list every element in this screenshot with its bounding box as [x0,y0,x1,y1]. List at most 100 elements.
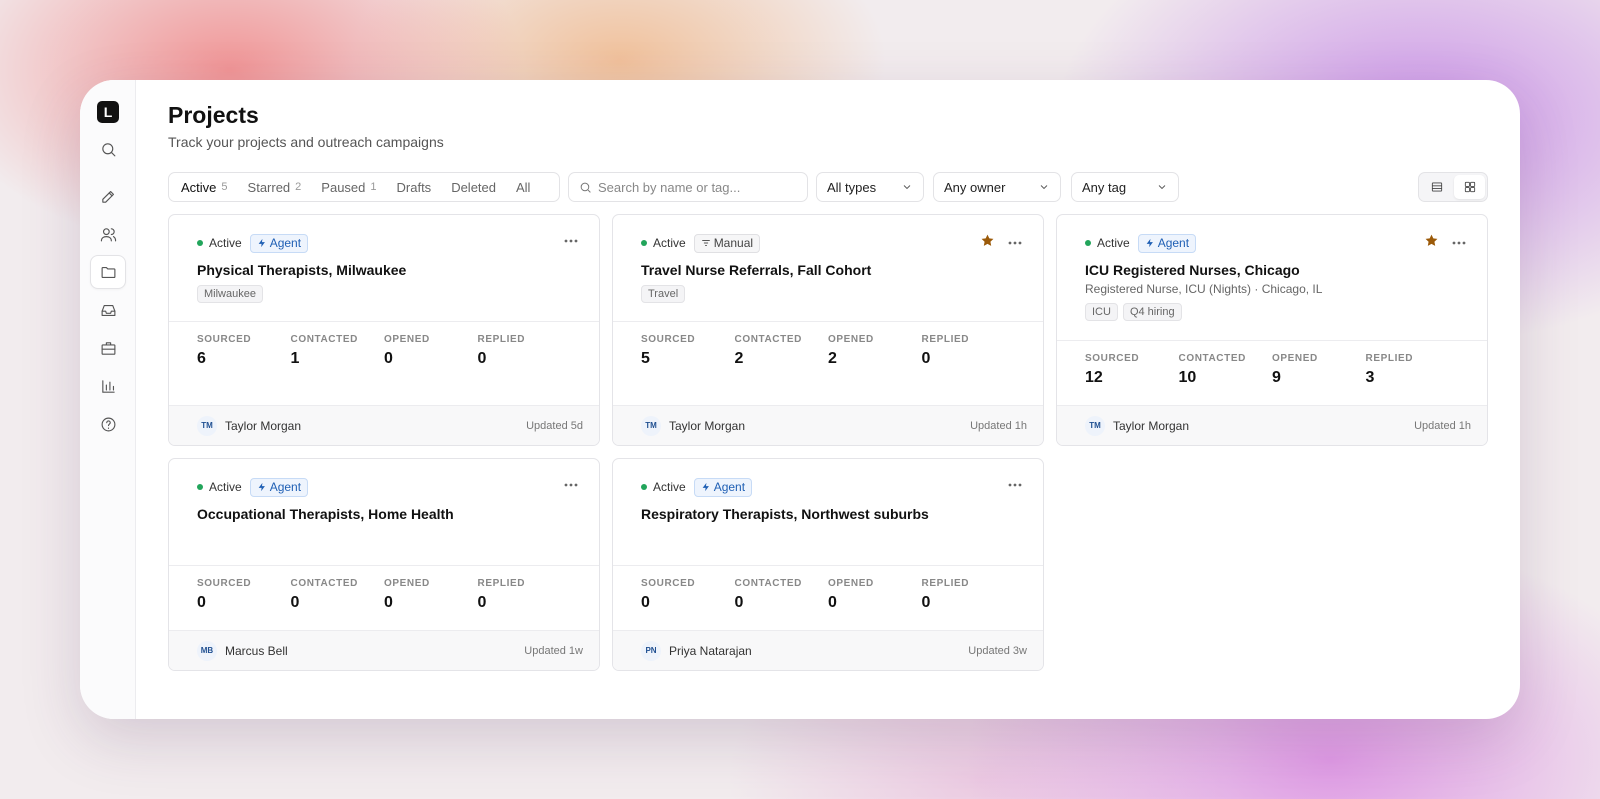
stat-value: 5 [641,350,650,367]
owner-name: Taylor Morgan [1113,418,1190,433]
star-icon [1425,234,1438,246]
stat-label: CONTACTED [1178,353,1246,364]
sidebar-item-people[interactable] [90,217,126,251]
more-options-button[interactable] [563,477,579,493]
project-card[interactable]: Active Agent Respiratory Therapists, Nor… [612,458,1044,671]
bar-chart-icon [101,379,115,393]
avatar: TM [1085,415,1105,436]
more-options-button[interactable] [563,233,579,249]
stat-opened: OPENED 2 [828,334,922,405]
avatar: TM [641,415,661,436]
tag-chip[interactable]: Q4 hiring [1122,303,1182,321]
sidebar-item-inbox[interactable] [90,293,126,327]
stat-opened: OPENED 0 [384,578,478,631]
stat-sourced: SOURCED 0 [641,578,735,631]
help-circle-icon [101,417,115,431]
more-horizontal-icon [564,239,578,243]
project-card[interactable]: Active Manual Travel Nurse Referrals, Fa… [612,214,1044,446]
card-actions [1424,233,1467,253]
card-status-row: Active Agent [197,233,571,253]
agent-badge: Agent [249,477,309,497]
sidebar-item-jobs[interactable] [90,331,126,365]
card-title[interactable]: ICU Registered Nurses, Chicago [1085,262,1459,278]
status-dot [641,240,647,246]
tab-active[interactable]: Active 5 [171,174,238,200]
card-stats: SOURCED 6 CONTACTED 1 OPENED 0 REPLIED 0 [169,321,599,405]
chevron-down-icon [903,185,911,190]
star-button[interactable] [1424,233,1439,253]
card-actions [980,233,1023,253]
owner-name: Taylor Morgan [225,418,302,433]
sidebar-item-projects[interactable] [90,255,126,289]
briefcase-icon [101,341,115,355]
tab-label: Drafts [396,179,432,195]
tab-starred[interactable]: Starred 2 [238,174,312,200]
card-status-row: Active Agent [641,477,1015,497]
tab-all[interactable]: All [506,174,540,200]
inbox-icon [101,304,115,316]
card-owner: TM Taylor Morgan [1085,415,1190,436]
card-title[interactable]: Occupational Therapists, Home Health [197,506,571,522]
search-icon [101,142,115,156]
star-icon [981,234,994,246]
sidebar-item-compose[interactable] [90,179,126,213]
tab-label: Deleted [451,179,496,195]
sidebar-item-analytics[interactable] [90,369,126,403]
card-owner: TM Taylor Morgan [641,415,745,436]
more-options-button[interactable] [1007,477,1023,493]
tab-drafts[interactable]: Drafts [387,174,442,200]
project-card[interactable]: Active Agent ICU Registered Nurses, Chic… [1056,214,1488,446]
star-button[interactable] [980,233,995,253]
project-card[interactable]: Active Agent Occupational Therapists, Ho… [168,458,600,671]
stat-label: REPLIED [477,578,526,589]
avatar: MB [197,640,217,661]
card-footer: PN Priya Natarajan Updated 3w [613,630,1043,670]
tag-chip[interactable]: ICU [1085,303,1118,321]
updated-timestamp: Updated 1h [970,419,1027,432]
badge-label: Manual [713,236,754,250]
avatar: PN [641,640,661,661]
owner-name: Priya Natarajan [669,643,752,658]
app-window: L Projects Track your projects and outre… [80,80,1520,719]
bolt-icon [258,482,265,492]
stat-value: 0 [197,594,206,611]
page-subtitle: Track your projects and outreach campaig… [168,134,444,150]
tag-filter-select[interactable]: Any tag [1071,172,1179,202]
stat-value: 0 [384,350,393,367]
stat-sourced: SOURCED 5 [641,334,735,405]
list-view-button[interactable] [1421,175,1452,199]
sidebar-item-search[interactable] [90,132,126,166]
agent-badge: Agent [1137,233,1197,253]
stat-label: CONTACTED [290,578,358,589]
card-footer: TM Taylor Morgan Updated 1h [613,405,1043,445]
type-filter-select[interactable]: All types [816,172,924,202]
app-logo[interactable]: L [97,101,119,123]
card-header: Active Agent ICU Registered Nurses, Chic… [1057,215,1487,321]
grid-view-button[interactable] [1454,175,1485,199]
stat-label: CONTACTED [734,578,802,589]
more-horizontal-icon [564,483,578,487]
owner-filter-select[interactable]: Any owner [933,172,1061,202]
project-card[interactable]: Active Agent Physical Therapists, Milwau… [168,214,600,446]
tab-label: Active [181,179,217,195]
stat-value: 0 [921,594,931,611]
tab-count: 1 [370,181,377,193]
sidebar-item-help[interactable] [90,407,126,441]
card-title[interactable]: Physical Therapists, Milwaukee [197,262,571,278]
tag-chip[interactable]: Milwaukee [197,285,263,303]
tab-deleted[interactable]: Deleted [441,174,506,200]
tag-chip[interactable]: Travel [641,285,686,303]
more-options-button[interactable] [1007,235,1023,251]
stat-label: OPENED [828,334,874,345]
stat-value: 6 [197,350,206,367]
card-title[interactable]: Travel Nurse Referrals, Fall Cohort [641,262,1015,278]
stat-replied: REPLIED 0 [922,578,1016,631]
users-icon [100,227,116,241]
card-title[interactable]: Respiratory Therapists, Northwest suburb… [641,506,1015,522]
search-input[interactable] [598,179,798,195]
stat-label: SOURCED [641,334,696,345]
tab-paused[interactable]: Paused 1 [311,174,386,200]
stat-value: 2 [828,350,837,367]
more-options-button[interactable] [1451,235,1467,251]
chevron-down-icon [1158,185,1166,190]
